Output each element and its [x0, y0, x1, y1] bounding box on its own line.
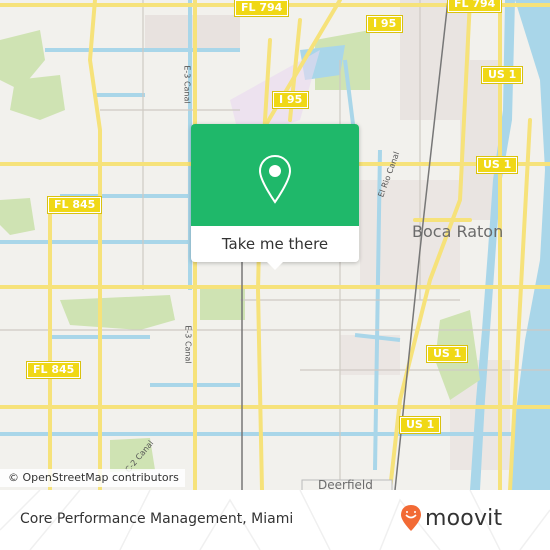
road-shield-i95: I 95 — [365, 15, 404, 33]
popup-header — [191, 124, 359, 226]
popup-tail — [267, 262, 283, 270]
destination-popup[interactable]: Take me there — [191, 124, 359, 270]
footer-bar: Core Performance Management, Miami moovi… — [0, 490, 550, 550]
road-shield-us1: US 1 — [475, 156, 519, 174]
road-shield-fl794: FL 794 — [233, 0, 290, 17]
park — [200, 285, 245, 320]
urban-area — [400, 0, 470, 120]
location-pin-icon — [258, 154, 292, 204]
moovit-wordmark: moovit — [425, 505, 503, 531]
city-label: Boca Raton — [412, 222, 504, 241]
road-shield-fl794: FL 794 — [446, 0, 503, 13]
road-shield-i95: I 95 — [271, 91, 310, 109]
park — [60, 295, 175, 330]
canal-label: E-3 Canal — [183, 325, 193, 364]
canal-label: E-3 Canal — [182, 65, 192, 104]
map[interactable]: FL 794 FL 794 I 95 I 95 US 1 US 1 US 1 U… — [0, 0, 550, 490]
urban-area — [145, 15, 240, 50]
moovit-logo[interactable]: moovit — [400, 504, 502, 532]
moovit-pin-icon — [401, 505, 421, 531]
map-attribution[interactable]: © OpenStreetMap contributors — [0, 469, 185, 487]
road-shield-fl845: FL 845 — [25, 361, 82, 379]
place-title: Core Performance Management, Miami — [20, 511, 294, 527]
take-me-there-button[interactable]: Take me there — [191, 226, 359, 262]
town-label: Deerfield — [318, 478, 373, 490]
road-shield-fl845: FL 845 — [46, 196, 103, 214]
park — [0, 198, 35, 235]
road-shield-us1: US 1 — [480, 66, 524, 84]
road-shield-us1: US 1 — [425, 345, 469, 363]
park — [10, 75, 65, 120]
road-shield-us1: US 1 — [398, 416, 442, 434]
